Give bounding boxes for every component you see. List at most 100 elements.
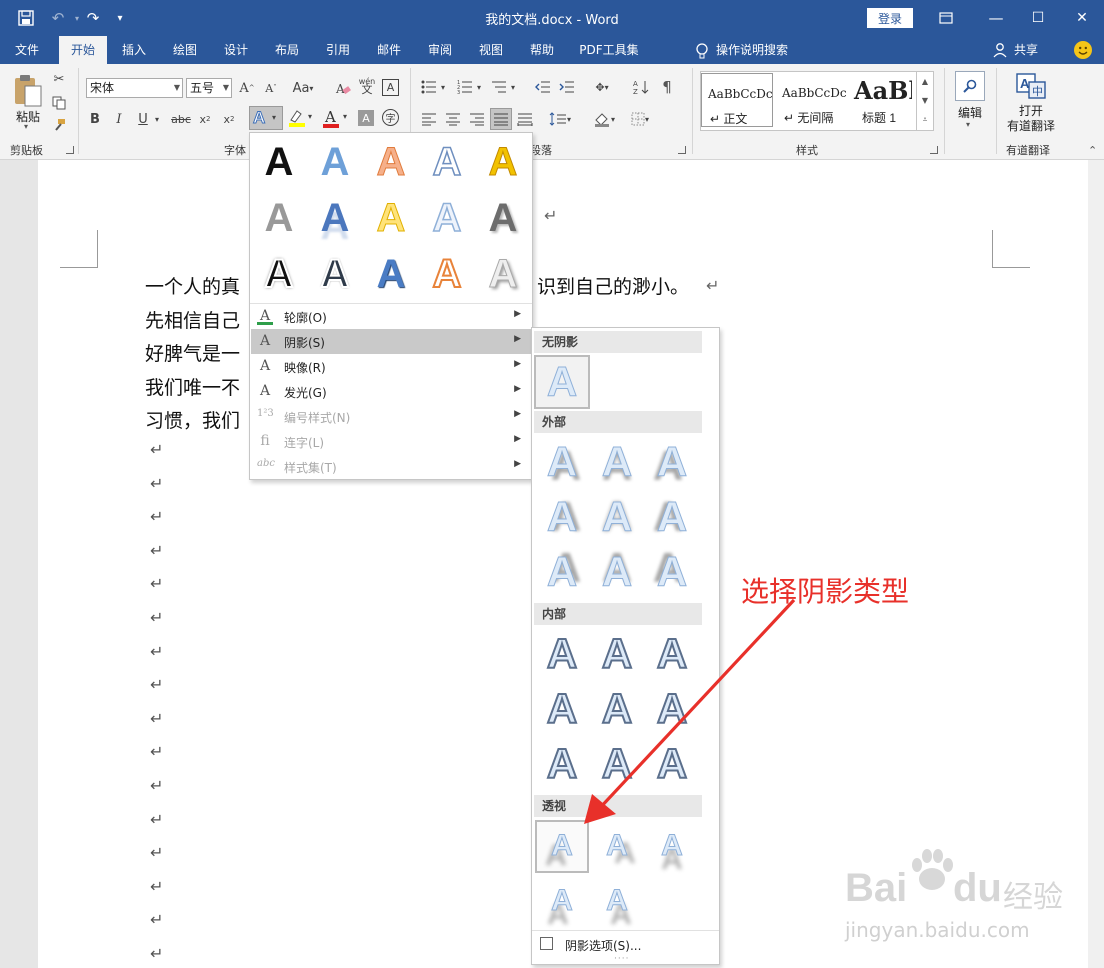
effect-style-8[interactable]: A bbox=[368, 195, 414, 241]
youdao-translate-button[interactable]: 打开 有道翻译 bbox=[1003, 104, 1059, 134]
tab-references[interactable]: 引用 bbox=[318, 36, 358, 64]
clipboard-launcher-icon[interactable] bbox=[66, 146, 74, 154]
effect-style-15[interactable]: A bbox=[480, 251, 526, 297]
effect-style-11[interactable]: A bbox=[256, 251, 302, 297]
shadow-outer-7[interactable]: A bbox=[538, 548, 586, 596]
minimize-button[interactable]: — bbox=[978, 0, 1014, 36]
tell-me-search[interactable]: 操作说明搜索 bbox=[716, 36, 800, 64]
superscript-icon[interactable]: x2 bbox=[220, 110, 238, 128]
shadow-outer-6[interactable]: A bbox=[648, 493, 696, 541]
format-painter-icon[interactable] bbox=[50, 116, 68, 134]
decrease-indent-icon[interactable] bbox=[534, 78, 552, 96]
shading-icon[interactable]: ▾ bbox=[590, 110, 618, 128]
editing-search-icon[interactable] bbox=[955, 71, 985, 101]
tab-help[interactable]: 帮助 bbox=[522, 36, 562, 64]
cut-icon[interactable]: ✂ bbox=[50, 70, 68, 88]
maximize-button[interactable]: ☐ bbox=[1020, 0, 1056, 36]
menu-item-shadow[interactable]: A 阴影(S) ▶ bbox=[251, 329, 531, 354]
shadow-none[interactable]: A bbox=[538, 358, 586, 406]
shadow-outer-3[interactable]: A bbox=[648, 438, 696, 486]
multilevel-list-icon[interactable] bbox=[490, 78, 508, 96]
shadow-outer-1[interactable]: A bbox=[538, 438, 586, 486]
styles-launcher-icon[interactable] bbox=[930, 146, 938, 154]
ribbon-display-options-icon[interactable] bbox=[932, 0, 960, 36]
effect-style-1[interactable]: A bbox=[256, 139, 302, 185]
shadow-outer-4[interactable]: A bbox=[538, 493, 586, 541]
effect-style-9[interactable]: A bbox=[424, 195, 470, 241]
underline-dropdown-icon[interactable]: ▾ bbox=[152, 110, 162, 128]
effect-style-7[interactable]: A bbox=[312, 195, 358, 241]
subscript-icon[interactable]: x2 bbox=[196, 110, 214, 128]
paste-icon[interactable] bbox=[12, 72, 44, 108]
share-button[interactable]: 共享 bbox=[1010, 36, 1042, 64]
effect-style-14[interactable]: A bbox=[424, 251, 470, 297]
style-normal[interactable]: AaBbCcDc ↵ 正文 bbox=[701, 73, 773, 127]
effect-style-6[interactable]: A bbox=[256, 195, 302, 241]
style-heading-1[interactable]: AaBl 标题 1 bbox=[848, 73, 912, 127]
numbering-icon[interactable]: 123 bbox=[456, 78, 474, 96]
shadow-perspective-4[interactable]: A bbox=[538, 877, 586, 925]
character-shading-icon[interactable]: A bbox=[358, 110, 374, 126]
tab-layout[interactable]: 布局 bbox=[267, 36, 307, 64]
tab-review[interactable]: 审阅 bbox=[420, 36, 460, 64]
font-color-button[interactable]: A ▾ bbox=[322, 108, 352, 130]
tab-view[interactable]: 视图 bbox=[471, 36, 511, 64]
menu-item-reflection[interactable]: A 映像(R) ▶ bbox=[251, 354, 531, 379]
multilevel-dropdown-icon[interactable]: ▾ bbox=[508, 78, 518, 96]
resize-grip[interactable]: ···· bbox=[614, 954, 629, 964]
collapse-ribbon-icon[interactable]: ⌃ bbox=[1088, 144, 1097, 157]
align-right-icon[interactable] bbox=[468, 110, 486, 128]
shadow-outer-2[interactable]: A bbox=[593, 438, 641, 486]
show-hide-marks-icon[interactable]: ¶ bbox=[658, 78, 676, 96]
menu-item-outline[interactable]: A 轮廓(O) ▶ bbox=[251, 304, 531, 329]
tab-insert[interactable]: 插入 bbox=[114, 36, 154, 64]
change-case-icon[interactable]: Aa ▾ bbox=[290, 79, 316, 97]
effect-style-3[interactable]: A bbox=[368, 139, 414, 185]
tab-file[interactable]: 文件 bbox=[6, 36, 48, 64]
editing-dropdown-icon[interactable]: ▾ bbox=[966, 120, 970, 129]
smiley-icon[interactable] bbox=[1074, 41, 1092, 59]
sort-icon[interactable]: AZ bbox=[632, 78, 650, 96]
bullets-dropdown-icon[interactable]: ▾ bbox=[438, 78, 448, 96]
chinese-layout-icon[interactable]: ✥ ▾ bbox=[590, 78, 614, 96]
shadow-perspective-5[interactable]: A bbox=[593, 877, 641, 925]
tab-pdf-tools[interactable]: PDF工具集 bbox=[573, 36, 645, 64]
youdao-translate-icon[interactable]: A中 bbox=[1015, 72, 1047, 102]
font-size-combobox[interactable]: 五号 ▼ bbox=[186, 78, 232, 98]
tab-mailings[interactable]: 邮件 bbox=[369, 36, 409, 64]
align-center-icon[interactable] bbox=[444, 110, 462, 128]
highlight-color-button[interactable]: ▾ bbox=[287, 108, 317, 130]
login-button[interactable]: 登录 bbox=[867, 8, 913, 28]
align-left-icon[interactable] bbox=[420, 110, 438, 128]
shrink-font-icon[interactable]: Aˇ bbox=[262, 79, 280, 97]
numbering-dropdown-icon[interactable]: ▾ bbox=[474, 78, 484, 96]
vertical-scrollbar[interactable] bbox=[1088, 160, 1104, 968]
enclose-characters-icon[interactable]: 字 bbox=[382, 109, 399, 126]
paste-dropdown-icon[interactable]: ▾ bbox=[24, 122, 28, 131]
character-border-icon[interactable]: A bbox=[382, 79, 399, 96]
grow-font-icon[interactable]: A ^ bbox=[238, 79, 256, 97]
bullets-icon[interactable] bbox=[420, 78, 438, 96]
effect-style-12[interactable]: A bbox=[312, 251, 358, 297]
effect-style-10[interactable]: A bbox=[480, 195, 526, 241]
borders-icon[interactable]: ▾ bbox=[626, 110, 654, 128]
effect-style-4[interactable]: A bbox=[424, 139, 470, 185]
style-no-spacing[interactable]: AaBbCcDc ↵ 无间隔 bbox=[776, 73, 848, 127]
strikethrough-icon[interactable]: abc bbox=[168, 110, 194, 128]
effect-style-2[interactable]: A bbox=[312, 139, 358, 185]
shadow-outer-8[interactable]: A bbox=[593, 548, 641, 596]
copy-icon[interactable] bbox=[50, 94, 68, 112]
increase-indent-icon[interactable] bbox=[558, 78, 576, 96]
close-button[interactable]: ✕ bbox=[1064, 0, 1100, 36]
distributed-icon[interactable] bbox=[516, 110, 534, 128]
tab-draw[interactable]: 绘图 bbox=[165, 36, 205, 64]
line-spacing-icon[interactable]: ▾ bbox=[546, 110, 574, 128]
styles-scroll[interactable]: ▲ ▼ ⩡ bbox=[916, 72, 933, 130]
tab-design[interactable]: 设计 bbox=[216, 36, 256, 64]
phonetic-guide-icon[interactable]: wén 文 bbox=[358, 77, 376, 96]
paragraph-launcher-icon[interactable] bbox=[678, 146, 686, 154]
shadow-options-item[interactable]: 阴影选项(S)... bbox=[534, 932, 717, 956]
clear-formatting-icon[interactable]: A bbox=[334, 79, 352, 97]
shadow-outer-5[interactable]: A bbox=[593, 493, 641, 541]
shadow-outer-9[interactable]: A bbox=[648, 548, 696, 596]
